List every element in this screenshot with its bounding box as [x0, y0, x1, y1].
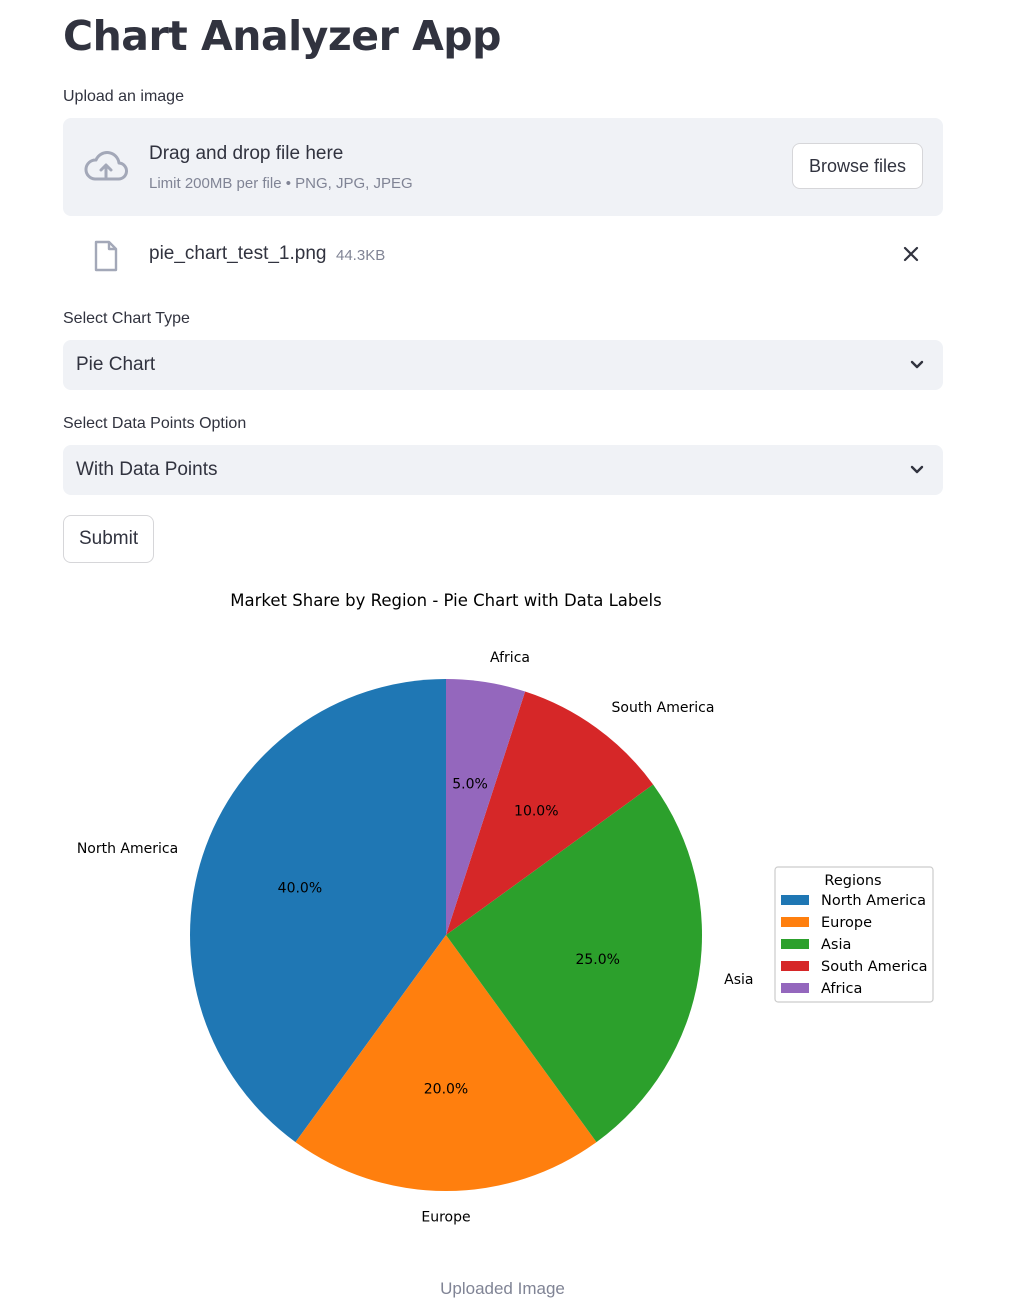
data-points-label: Select Data Points Option [63, 415, 247, 432]
legend-swatch [781, 983, 809, 993]
dropzone-title: Drag and drop file here [149, 143, 344, 164]
chart-type-select[interactable]: Pie Chart [63, 340, 943, 390]
pie-category-label: Europe [421, 1210, 470, 1226]
close-icon[interactable] [901, 244, 921, 264]
cloud-upload-icon [84, 151, 128, 181]
chart-type-label: Select Chart Type [63, 310, 190, 327]
upload-label: Upload an image [63, 88, 184, 105]
legend-title: Regions [824, 873, 881, 889]
chart-title: Market Share by Region - Pie Chart with … [230, 591, 661, 610]
submit-button[interactable]: Submit [63, 515, 155, 563]
legend-swatch [781, 939, 809, 949]
pie-category-label: South America [612, 700, 715, 716]
uploaded-image: Market Share by Region - Pie Chart with … [0, 570, 1030, 1270]
file-dropzone[interactable]: Drag and drop file here Limit 200MB per … [63, 118, 943, 216]
file-name: pie_chart_test_1.png [149, 243, 327, 264]
page-title: Chart Analyzer App [63, 12, 502, 60]
chevron-down-icon [910, 465, 924, 474]
file-icon [94, 240, 118, 272]
legend-swatch [781, 961, 809, 971]
pie-value-label: 5.0% [452, 776, 488, 792]
pie-category-label: Africa [490, 650, 530, 666]
chart-type-value: Pie Chart [76, 354, 156, 375]
image-caption: Uploaded Image [440, 1279, 565, 1298]
dropzone-limit: Limit 200MB per file • PNG, JPG, JPEG [149, 175, 413, 192]
chevron-down-icon [910, 360, 924, 369]
pie-value-label: 40.0% [278, 881, 322, 897]
pie-value-label: 10.0% [514, 804, 558, 820]
pie-chart: Market Share by Region - Pie Chart with … [77, 591, 934, 1226]
legend-swatch [781, 895, 809, 905]
pie-value-label: 20.0% [424, 1082, 468, 1098]
legend-swatch [781, 917, 809, 927]
pie-value-label: 25.0% [575, 952, 619, 968]
legend-label: Europe [821, 915, 872, 931]
legend-label: Asia [821, 937, 851, 953]
browse-files-button[interactable]: Browse files [791, 143, 923, 189]
data-points-select[interactable]: With Data Points [63, 445, 943, 495]
data-points-value: With Data Points [76, 459, 218, 480]
legend-label: Africa [821, 981, 862, 997]
legend-label: South America [821, 959, 928, 975]
legend-label: North America [821, 893, 926, 909]
file-size: 44.3KB [336, 247, 386, 264]
pie-category-label: North America [77, 841, 178, 857]
chart-legend: Regions North America Europe Asia South Ame… [774, 866, 934, 1003]
pie-category-label: Asia [724, 972, 753, 988]
uploaded-file-row: pie_chart_test_1.png 44.3KB [63, 232, 943, 278]
